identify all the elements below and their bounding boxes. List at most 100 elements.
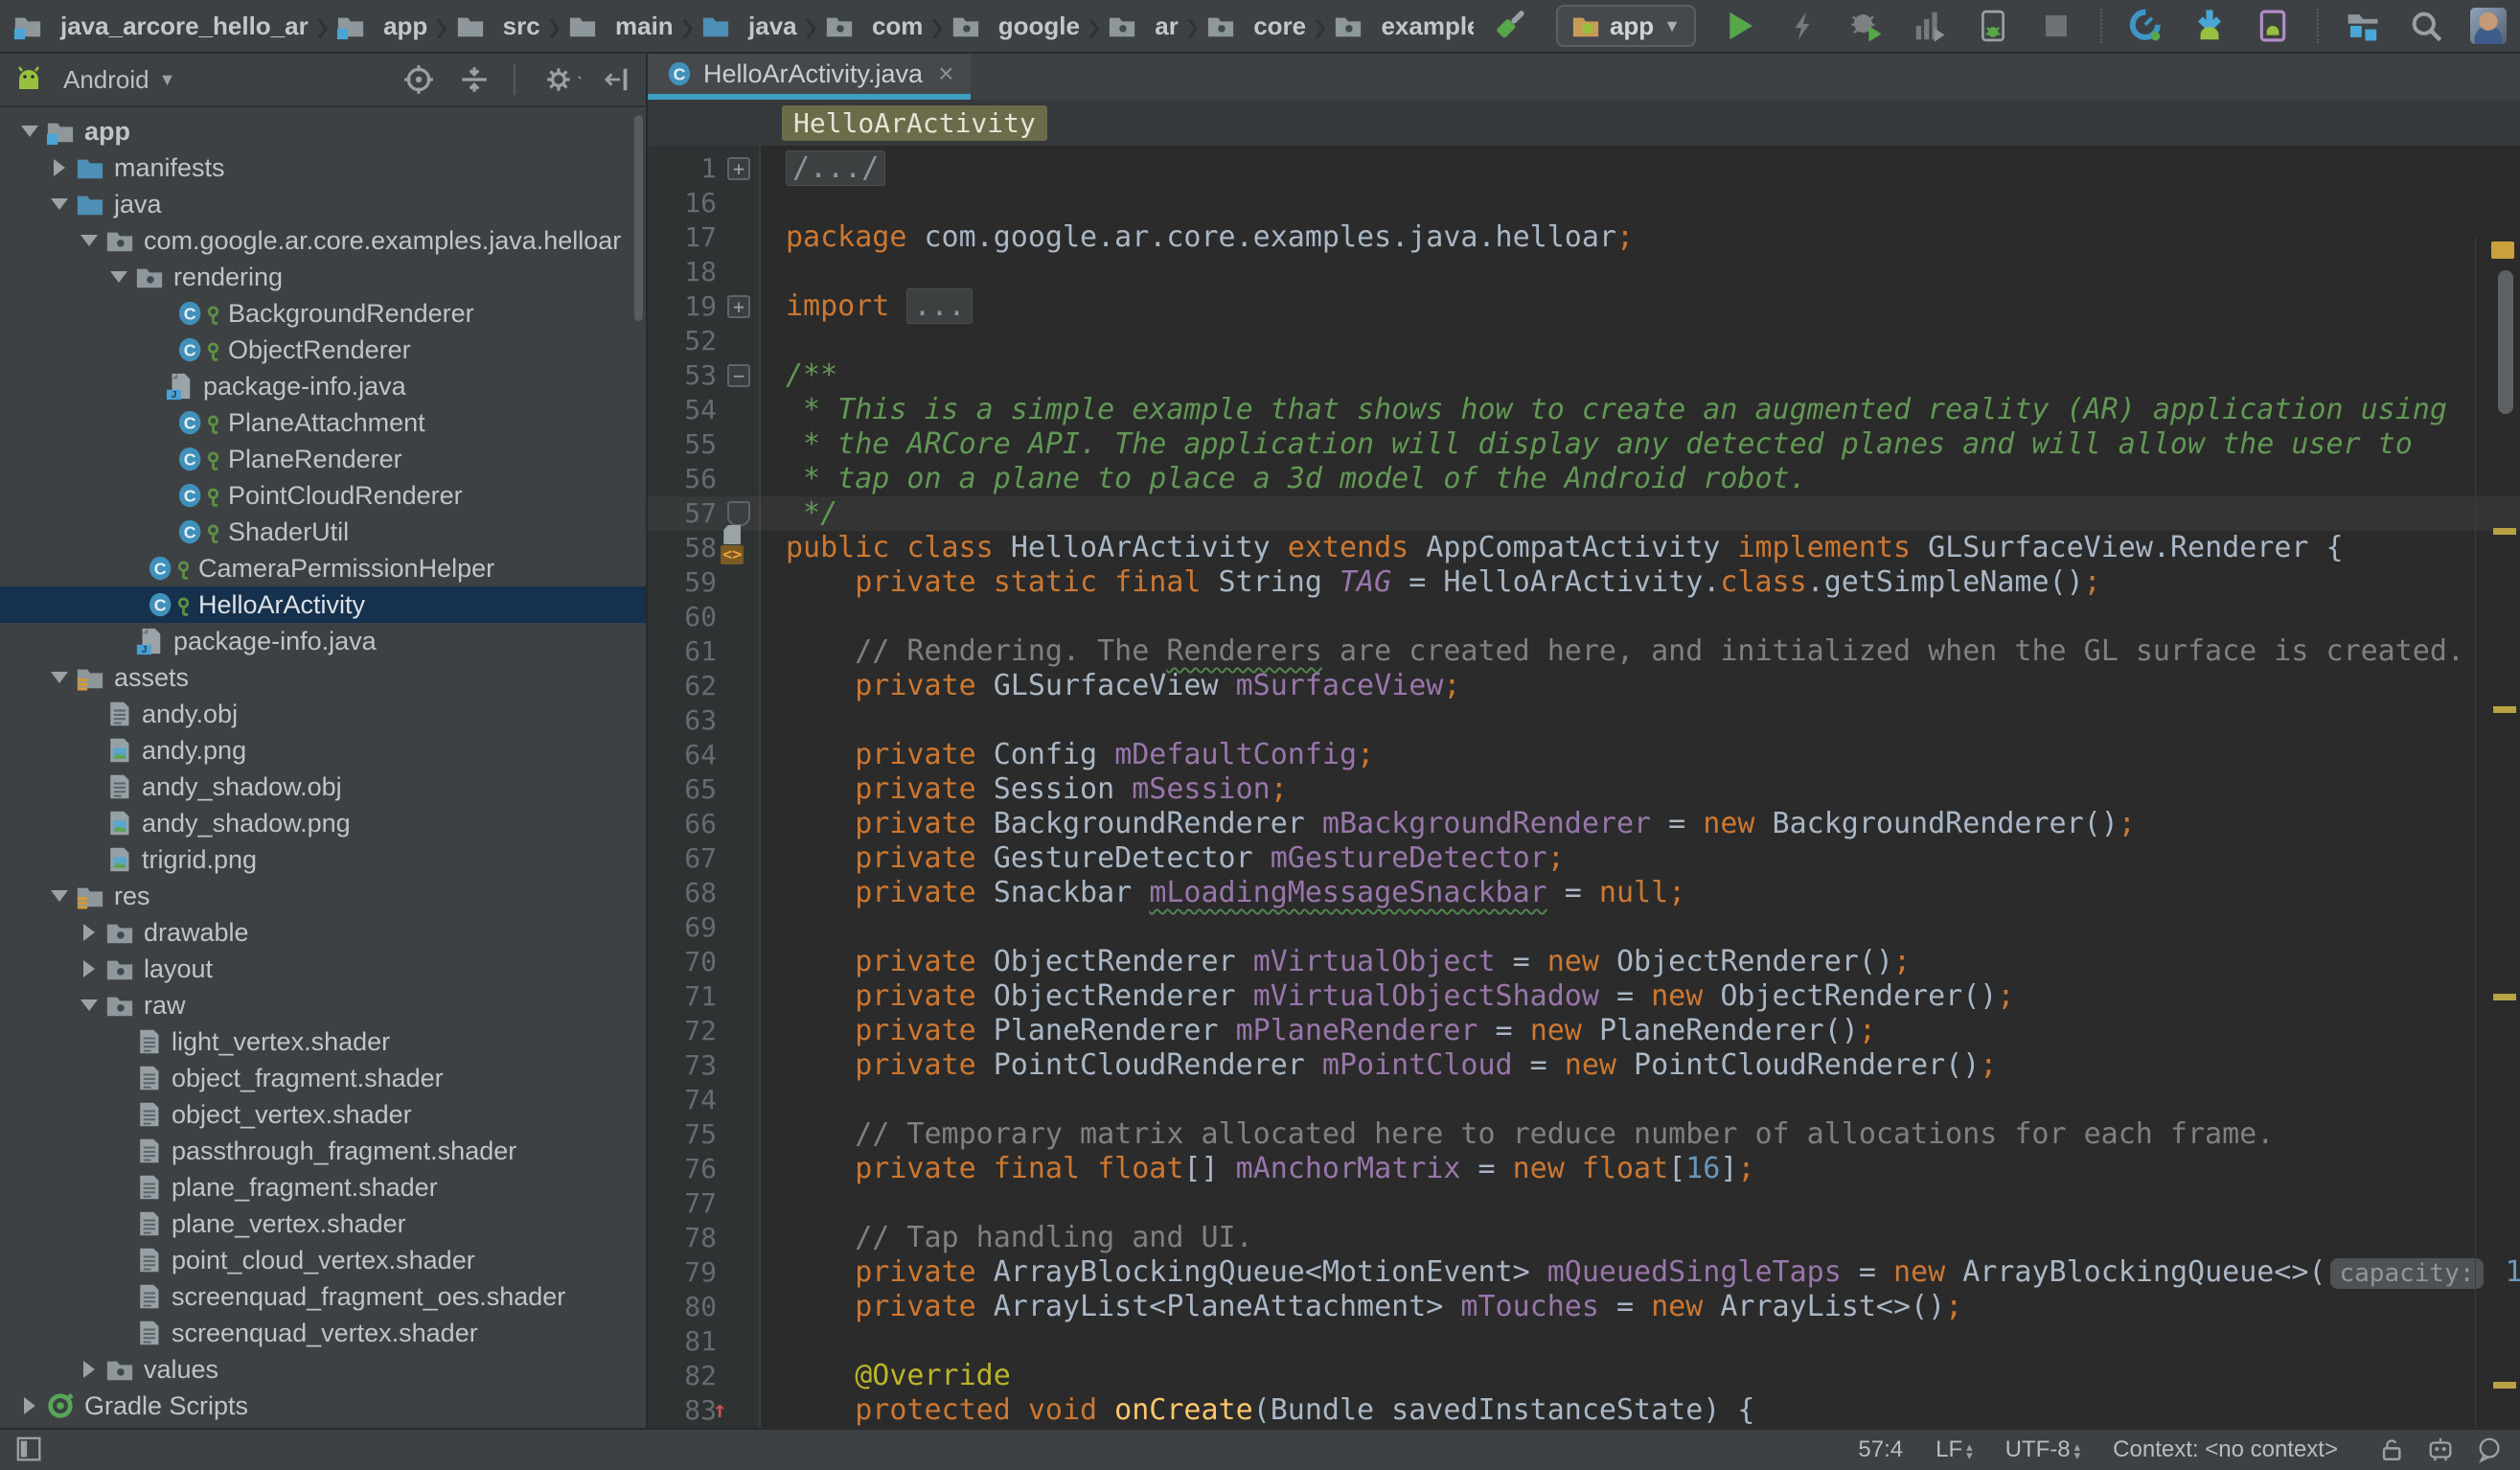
close-icon[interactable]: × <box>938 58 953 89</box>
code-line-74[interactable]: 74 <box>648 1083 2520 1117</box>
tree-item-helloaractivity[interactable]: CHelloArActivity <box>0 586 646 623</box>
context-indicator[interactable]: Context: <no context> <box>2113 1436 2338 1463</box>
tree-item-andy-shadow-png[interactable]: andy_shadow.png <box>0 805 646 841</box>
code-line-17[interactable]: 17package com.google.ar.core.examples.ja… <box>648 220 2520 255</box>
editor-scrollbar[interactable] <box>2498 270 2513 414</box>
tree-item-layout[interactable]: layout <box>0 951 646 987</box>
tree-item-object-fragment-shader[interactable]: object_fragment.shader <box>0 1060 646 1096</box>
line-number[interactable]: 83 <box>648 1393 717 1428</box>
caret-position[interactable]: 57:4 <box>1858 1436 1903 1463</box>
code-line-71[interactable]: 71 private ObjectRenderer mVirtualObject… <box>648 979 2520 1014</box>
profiler-icon[interactable] <box>2127 7 2165 45</box>
code-line-55[interactable]: 55 * the ARCore API. The application wil… <box>648 427 2520 462</box>
search-everywhere-icon[interactable] <box>2407 7 2445 45</box>
expanded-arrow-icon[interactable] <box>43 890 76 902</box>
expanded-arrow-icon[interactable] <box>103 271 135 283</box>
code-line-62[interactable]: 62 private GLSurfaceView mSurfaceView; <box>648 669 2520 703</box>
tree-item-package-info-java[interactable]: Jpackage-info.java <box>0 623 646 659</box>
tree-item-app[interactable]: app <box>0 113 646 149</box>
line-number[interactable]: 80 <box>648 1290 717 1324</box>
project-tree[interactable]: appmanifestsjavacom.google.ar.core.examp… <box>0 107 646 1428</box>
gradle-daemon-icon[interactable] <box>2426 1436 2455 1464</box>
tree-item-point-cloud-vertex-shader[interactable]: point_cloud_vertex.shader <box>0 1242 646 1278</box>
line-number[interactable]: 70 <box>648 945 717 979</box>
breadcrumb-item-examples[interactable]: examples <box>1334 11 1473 41</box>
warning-tick[interactable] <box>2493 706 2516 713</box>
code-line-75[interactable]: 75 // Temporary matrix allocated here to… <box>648 1117 2520 1152</box>
locate-icon[interactable] <box>402 63 435 96</box>
line-number[interactable]: 67 <box>648 841 717 876</box>
code-line-59[interactable]: 59 private static final String TAG = Hel… <box>648 565 2520 600</box>
tree-item-values[interactable]: values <box>0 1351 646 1388</box>
tree-item-java[interactable]: java <box>0 186 646 222</box>
code-line-66[interactable]: 66 private BackgroundRenderer mBackgroun… <box>648 807 2520 841</box>
breadcrumb-item-java[interactable]: java <box>701 11 797 41</box>
avd-manager-icon[interactable] <box>2254 7 2292 45</box>
fold-collapse-icon[interactable]: − <box>717 358 761 393</box>
tree-item-camerapermissionhelper[interactable]: CCameraPermissionHelper <box>0 550 646 586</box>
run-icon[interactable] <box>1721 7 1759 45</box>
code-line-54[interactable]: 54 * This is a simple example that shows… <box>648 393 2520 427</box>
collapse-all-icon[interactable] <box>458 63 491 96</box>
line-number[interactable]: 72 <box>648 1014 717 1048</box>
tree-item-light-vertex-shader[interactable]: light_vertex.shader <box>0 1023 646 1060</box>
code-line-67[interactable]: 67 private GestureDetector mGestureDetec… <box>648 841 2520 876</box>
line-number[interactable]: 52 <box>648 324 717 358</box>
event-log-icon[interactable] <box>2476 1436 2505 1464</box>
breadcrumb-item-main[interactable]: main <box>568 11 674 41</box>
code-line-77[interactable]: 77 <box>648 1186 2520 1221</box>
breadcrumb-item-src[interactable]: src <box>456 11 540 41</box>
line-number[interactable]: 64 <box>648 738 717 772</box>
collapsed-arrow-icon[interactable] <box>73 924 105 941</box>
code-line-57[interactable]: 57 */ <box>648 496 2520 531</box>
code-line-61[interactable]: 61 // Rendering. The Renderers are creat… <box>648 634 2520 669</box>
expanded-arrow-icon[interactable] <box>43 672 76 683</box>
tree-item-rendering[interactable]: rendering <box>0 259 646 295</box>
warning-tick[interactable] <box>2493 1382 2516 1389</box>
code-line-65[interactable]: 65 private Session mSession; <box>648 772 2520 807</box>
code-line-69[interactable]: 69 <box>648 910 2520 945</box>
tree-item-plane-vertex-shader[interactable]: plane_vertex.shader <box>0 1206 646 1242</box>
tree-item-manifests[interactable]: manifests <box>0 149 646 186</box>
expanded-arrow-icon[interactable] <box>13 126 46 137</box>
tree-item-andy-png[interactable]: andy.png <box>0 732 646 769</box>
line-number[interactable]: 82 <box>648 1359 717 1393</box>
override-method-icon[interactable] <box>717 1393 761 1428</box>
line-number[interactable]: 65 <box>648 772 717 807</box>
tree-item-pointcloudrenderer[interactable]: CPointCloudRenderer <box>0 477 646 514</box>
tree-item-package-info-java[interactable]: Jpackage-info.java <box>0 368 646 404</box>
line-number[interactable]: 55 <box>648 427 717 462</box>
line-number[interactable]: 17 <box>648 220 717 255</box>
expanded-arrow-icon[interactable] <box>73 235 105 246</box>
expanded-arrow-icon[interactable] <box>43 198 76 210</box>
tree-item-trigrid-png[interactable]: trigrid.png <box>0 841 646 878</box>
chevron-down-icon[interactable]: ▼ <box>159 70 176 90</box>
line-number[interactable]: 56 <box>648 462 717 496</box>
code-line-82[interactable]: 82 @Override <box>648 1359 2520 1393</box>
tree-item-res[interactable]: res <box>0 878 646 914</box>
code-line-81[interactable]: 81 <box>648 1324 2520 1359</box>
tree-item-assets[interactable]: assets <box>0 659 646 696</box>
warning-tick[interactable] <box>2493 994 2516 1000</box>
breadcrumb-class-chip[interactable]: HelloArActivity <box>782 105 1047 141</box>
line-number[interactable]: 54 <box>648 393 717 427</box>
line-number[interactable]: 68 <box>648 876 717 910</box>
settings-icon[interactable] <box>538 63 581 96</box>
tree-item-shaderutil[interactable]: CShaderUtil <box>0 514 646 550</box>
project-structure-icon[interactable] <box>2344 7 2382 45</box>
tree-item-gradle-scripts[interactable]: Gradle Scripts <box>0 1388 646 1424</box>
tool-window-toggle-icon[interactable] <box>15 1436 44 1464</box>
line-number[interactable]: 57 <box>648 496 717 531</box>
code-line-78[interactable]: 78 // Tap handling and UI. <box>648 1221 2520 1255</box>
code-line-79[interactable]: 79 private ArrayBlockingQueue<MotionEven… <box>648 1255 2520 1290</box>
line-ending-selector[interactable]: LF▴▾ <box>1936 1436 1973 1463</box>
code-line-80[interactable]: 80 private ArrayList<PlaneAttachment> mT… <box>648 1290 2520 1324</box>
collapsed-arrow-icon[interactable] <box>73 960 105 977</box>
code-line-53[interactable]: 53−/** <box>648 358 2520 393</box>
line-number[interactable]: 53 <box>648 358 717 393</box>
tree-item-andy-obj[interactable]: andy.obj <box>0 696 646 732</box>
unlock-icon[interactable] <box>2380 1436 2405 1464</box>
line-number[interactable]: 58 <box>648 531 717 565</box>
line-number[interactable]: 16 <box>648 186 717 220</box>
tree-item-backgroundrenderer[interactable]: CBackgroundRenderer <box>0 295 646 332</box>
